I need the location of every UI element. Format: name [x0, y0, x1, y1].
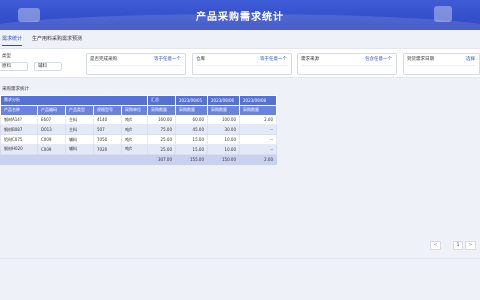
group-header-analysis: 需求分析 — [0, 95, 148, 106]
total-cell: 307.00 — [147, 153, 176, 165]
type-filter-label: 类型 — [2, 54, 11, 59]
cell — [93, 153, 122, 165]
cell: 160.00 — [147, 114, 176, 126]
pagination-prev-button[interactable]: < — [430, 241, 441, 250]
cell: 铝材C075 — [0, 134, 38, 145]
cell: -- — [239, 134, 277, 145]
cell: 吨/t — [121, 143, 148, 155]
filter-label: 是否完成采购 — [90, 57, 117, 62]
col-header[interactable]: 产品类型 — [65, 104, 94, 116]
cell: 4140 — [93, 114, 122, 126]
cell: 吨/t — [121, 124, 148, 136]
group-header-date: 2023/09/06 — [207, 95, 240, 106]
filter-select-value[interactable]: 等于任意一个 — [154, 56, 181, 62]
cell — [0, 153, 38, 165]
table-row[interactable]: 钢材B087 D013 主料 507 吨/t 75.00 45.00 30.00… — [0, 124, 277, 136]
group-header-date: 2023/09/08 — [239, 95, 277, 106]
cell: C009 — [37, 134, 66, 145]
total-cell: 2.00 — [239, 153, 277, 165]
cell: E607 — [37, 114, 66, 126]
cell: 15.00 — [175, 143, 208, 155]
cell: 30.00 — [207, 124, 240, 136]
cell: 主料 — [65, 114, 94, 126]
cell — [37, 153, 66, 165]
pagination-next-button[interactable]: > — [465, 241, 476, 250]
table-group-header: 需求分析 汇总 2023/09/05 2023/09/06 2023/09/08 — [0, 95, 277, 106]
cell: D013 — [37, 124, 66, 136]
col-header[interactable]: 采购数量 — [207, 104, 240, 116]
tab-demand-stats[interactable]: 需求统计 — [2, 32, 23, 46]
col-header[interactable]: 采购单位 — [121, 104, 148, 116]
cell: 15.00 — [175, 134, 208, 145]
table-row[interactable]: 钢材A14? E607 主料 4140 吨/t 160.00 60.00 100… — [0, 114, 277, 126]
total-cell: 150.00 — [207, 153, 240, 165]
col-header[interactable]: 产品编码 — [37, 104, 66, 116]
cell: 辅料 — [65, 134, 94, 145]
tab-production-forecast[interactable]: 生产用料采购需求预测 — [32, 32, 82, 46]
cell: 钢材A14? — [0, 114, 38, 126]
cell: 吨/t — [121, 114, 148, 126]
page-title: 产品采购需求统计 — [196, 12, 284, 23]
cell: 25.00 — [147, 143, 176, 155]
cell: 10.00 — [207, 134, 240, 145]
cell: -- — [239, 143, 277, 155]
filter-label: 需求来源 — [301, 57, 319, 62]
table-row[interactable]: 铝材C075 C009 辅料 7050 吨/t 25.00 15.00 10.0… — [0, 134, 277, 145]
cell: 主料 — [65, 124, 94, 136]
filter-bar: 类型 原料 辅料 是否完成采购 等于任意一个 仓库 等于任意一个 需求来源 包含… — [0, 48, 480, 78]
cell: 7020 — [93, 143, 122, 155]
group-header-date: 2023/09/05 — [175, 95, 208, 106]
filter-label: 到货需求日期 — [407, 57, 434, 62]
cell: 钢材H020 — [0, 143, 38, 155]
cell: 2.00 — [239, 114, 277, 126]
cell: 60.00 — [175, 114, 208, 126]
filter-label: 仓库 — [196, 57, 205, 62]
cell: 辅料 — [65, 143, 94, 155]
col-header[interactable]: 产品名称 — [0, 104, 38, 116]
filter-warehouse[interactable]: 仓库 等于任意一个 — [192, 53, 292, 75]
table-column-header: 产品名称 产品编码 产品类型 规格型号 采购单位 采购数量 采购数量 采购数量 … — [0, 104, 277, 116]
type-option-raw[interactable]: 原料 — [0, 62, 28, 71]
divider — [0, 258, 480, 259]
total-cell: 155.00 — [175, 153, 208, 165]
col-header[interactable]: 采购数量 — [239, 104, 277, 116]
cell: 10.00 — [207, 143, 240, 155]
filter-arrival-date[interactable]: 到货需求日期 选择 — [403, 53, 480, 75]
table-row[interactable]: 钢材H020 C009 辅料 7020 吨/t 25.00 15.00 10.0… — [0, 143, 277, 155]
demand-stats-table: 需求分析 汇总 2023/09/05 2023/09/06 2023/09/08… — [0, 95, 277, 165]
col-header[interactable]: 采购数量 — [175, 104, 208, 116]
cell: -- — [239, 124, 277, 136]
filter-demand-source[interactable]: 需求来源 包含任意一个 — [297, 53, 397, 75]
title-banner: 产品采购需求统计 — [0, 0, 480, 30]
filter-purchase-complete[interactable]: 是否完成采购 等于任意一个 — [86, 53, 186, 75]
cell: 吨/t — [121, 134, 148, 145]
table-total-row: 307.00 155.00 150.00 2.00 — [0, 153, 277, 165]
filter-select-value[interactable]: 包含任意一个 — [365, 56, 392, 62]
cell — [121, 153, 148, 165]
cell: 507 — [93, 124, 122, 136]
cell: 45.00 — [175, 124, 208, 136]
cell: 75.00 — [147, 124, 176, 136]
col-header[interactable]: 规格型号 — [93, 104, 122, 116]
section-title: 采购需求统计 — [2, 87, 29, 92]
group-header-total: 汇总 — [147, 95, 176, 106]
cell — [65, 153, 94, 165]
cell: 7050 — [93, 134, 122, 145]
filter-select-value[interactable]: 选择 — [466, 56, 475, 62]
cell: 25.00 — [147, 134, 176, 145]
filter-select-value[interactable]: 等于任意一个 — [260, 56, 287, 62]
tab-bar: 需求统计 生产用料采购需求预测 — [0, 32, 480, 46]
cell: C009 — [37, 143, 66, 155]
col-header[interactable]: 采购数量 — [147, 104, 176, 116]
cell: 钢材B087 — [0, 124, 38, 136]
cell: 100.00 — [207, 114, 240, 126]
type-option-aux[interactable]: 辅料 — [34, 62, 62, 71]
pagination-page-1[interactable]: 1 — [453, 241, 463, 250]
